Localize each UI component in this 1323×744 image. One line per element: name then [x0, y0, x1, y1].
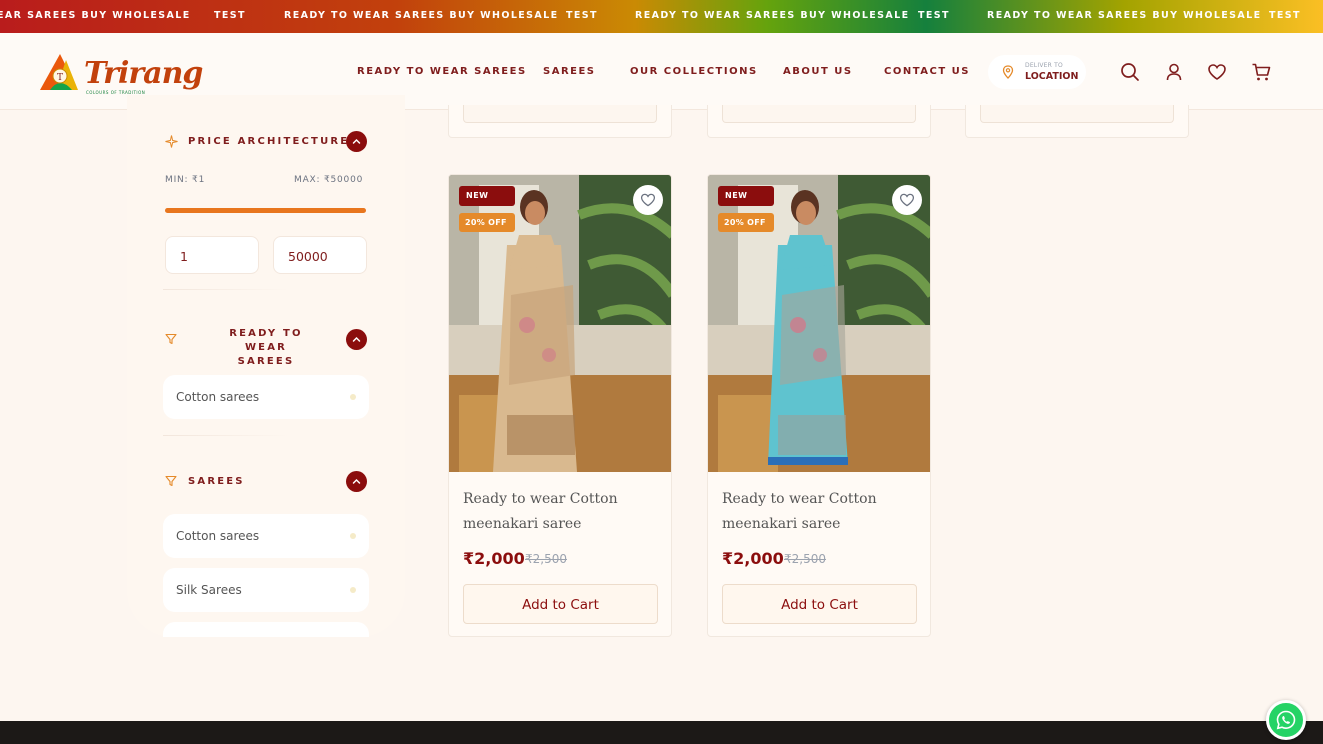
- filter-option-cotton-sarees[interactable]: Cotton sarees: [163, 375, 369, 419]
- filter-funnel-icon: [165, 333, 177, 345]
- product-card-partial: [448, 105, 672, 138]
- filter-option-label: Cotton sarees: [176, 529, 260, 543]
- price-max-label: MAX: ₹50000: [294, 175, 364, 185]
- heart-icon[interactable]: [1207, 62, 1227, 82]
- nav-contact-us[interactable]: CONTACT US: [884, 66, 970, 77]
- add-to-cart-button-partial[interactable]: [463, 105, 657, 123]
- chevron-up-icon: [352, 138, 361, 144]
- deliver-to-label: DELIVER TO: [1025, 62, 1063, 69]
- marquee-item: READY TO WEAR SAREES BUY WHOLESALE: [635, 10, 910, 21]
- product-image[interactable]: NEW 20% OFF: [449, 175, 671, 472]
- filter-funnel-icon: [165, 475, 177, 487]
- filter-option-label: Cotton sarees: [176, 390, 260, 404]
- price-min-label: MIN: ₹1: [165, 175, 206, 185]
- ready-to-wear-collapse-button[interactable]: [346, 329, 367, 350]
- filter-option-indicator: [350, 533, 356, 539]
- product-name[interactable]: Ready to wear Cotton meenakari saree: [722, 487, 918, 537]
- deliver-location-button[interactable]: DELIVER TO LOCATION: [988, 55, 1086, 89]
- marquee-item: TEST: [566, 10, 598, 21]
- price-filter-title: PRICE ARCHITECTURE: [188, 136, 350, 147]
- heart-icon: [640, 193, 656, 207]
- product-original-price: ₹2,500: [525, 552, 567, 566]
- new-badge: NEW: [459, 186, 515, 206]
- marquee-item: TEST: [1269, 10, 1301, 21]
- product-price: ₹2,000: [722, 549, 784, 568]
- new-badge: NEW: [718, 186, 774, 206]
- nav-about-us[interactable]: ABOUT US: [783, 66, 853, 77]
- nav-sarees[interactable]: SAREES: [543, 66, 596, 77]
- product-card-partial: [707, 105, 931, 138]
- chevron-up-icon: [352, 478, 361, 484]
- heart-icon: [899, 193, 915, 207]
- filter-option-label: Silk Sarees: [176, 583, 242, 597]
- nav-ready-to-wear-sarees[interactable]: READY TO WEAR SAREES: [357, 66, 527, 77]
- product-name[interactable]: Ready to wear Cotton meenakari saree: [463, 487, 659, 537]
- discount-badge: 20% OFF: [459, 213, 515, 232]
- whatsapp-icon: [1276, 710, 1296, 730]
- marquee-item: READY TO WEAR SAREES BUY WHOLESALE: [987, 10, 1262, 21]
- location-pin-icon: [1002, 65, 1014, 79]
- price-max-input[interactable]: 50000: [273, 236, 367, 274]
- product-original-price: ₹2,500: [784, 552, 826, 566]
- cart-icon[interactable]: [1251, 62, 1271, 82]
- product-card[interactable]: NEW 20% OFF Ready to wear Cotton meenaka…: [448, 174, 672, 637]
- sarees-collapse-button[interactable]: [346, 471, 367, 492]
- wishlist-button[interactable]: [633, 185, 663, 215]
- divider: [163, 435, 289, 436]
- location-label: LOCATION: [1025, 71, 1079, 82]
- add-to-cart-button[interactable]: Add to Cart: [722, 584, 917, 624]
- chevron-up-icon: [352, 336, 361, 342]
- search-icon[interactable]: [1120, 62, 1140, 82]
- price-range-slider[interactable]: [165, 208, 366, 213]
- logo-wordmark: Trirang: [84, 56, 203, 91]
- brand-logo[interactable]: T Trirang COLOURS OF TRADITION: [38, 46, 203, 98]
- filter-option-cotton-sarees[interactable]: Cotton sarees: [163, 514, 369, 558]
- announcement-marquee: EAR SAREES BUY WHOLESALE TEST READY TO W…: [0, 0, 1323, 33]
- ready-to-wear-title-line2: SAREES: [237, 356, 295, 367]
- sparkle-icon: [165, 135, 178, 148]
- user-icon[interactable]: [1164, 62, 1184, 82]
- price-min-input[interactable]: 1: [165, 236, 259, 274]
- site-footer: [0, 721, 1323, 744]
- marquee-item: READY TO WEAR SAREES BUY WHOLESALE: [284, 10, 559, 21]
- ready-to-wear-title-line1: READY TO WEAR: [229, 328, 303, 353]
- filter-option-indicator: [350, 394, 356, 400]
- wishlist-button[interactable]: [892, 185, 922, 215]
- nav-our-collections[interactable]: OUR COLLECTIONS: [630, 66, 758, 77]
- filter-option-silk-sarees[interactable]: Silk Sarees: [163, 568, 369, 612]
- product-card[interactable]: NEW 20% OFF Ready to wear Cotton meenaka…: [707, 174, 931, 637]
- product-image[interactable]: NEW 20% OFF: [708, 175, 930, 472]
- marquee-item: TEST: [918, 10, 950, 21]
- price-range-fill: [165, 208, 366, 213]
- whatsapp-chat-button[interactable]: [1266, 700, 1306, 740]
- product-price: ₹2,000: [463, 549, 525, 568]
- product-card-partial: [965, 105, 1189, 138]
- marquee-item: TEST: [214, 10, 246, 21]
- sarees-filter-title: SAREES: [188, 476, 245, 487]
- marquee-item: EAR SAREES BUY WHOLESALE: [0, 10, 191, 21]
- filter-option-indicator: [350, 587, 356, 593]
- discount-badge: 20% OFF: [718, 213, 774, 232]
- divider: [163, 289, 289, 290]
- add-to-cart-button-partial[interactable]: [980, 105, 1174, 123]
- svg-text:T: T: [57, 73, 63, 83]
- ready-to-wear-filter-title: READY TO WEAR SAREES: [210, 327, 322, 369]
- price-collapse-button[interactable]: [346, 131, 367, 152]
- logo-flame-icon: T: [40, 54, 78, 90]
- add-to-cart-button-partial[interactable]: [722, 105, 916, 123]
- filter-option-partial: [163, 622, 369, 637]
- add-to-cart-button[interactable]: Add to Cart: [463, 584, 658, 624]
